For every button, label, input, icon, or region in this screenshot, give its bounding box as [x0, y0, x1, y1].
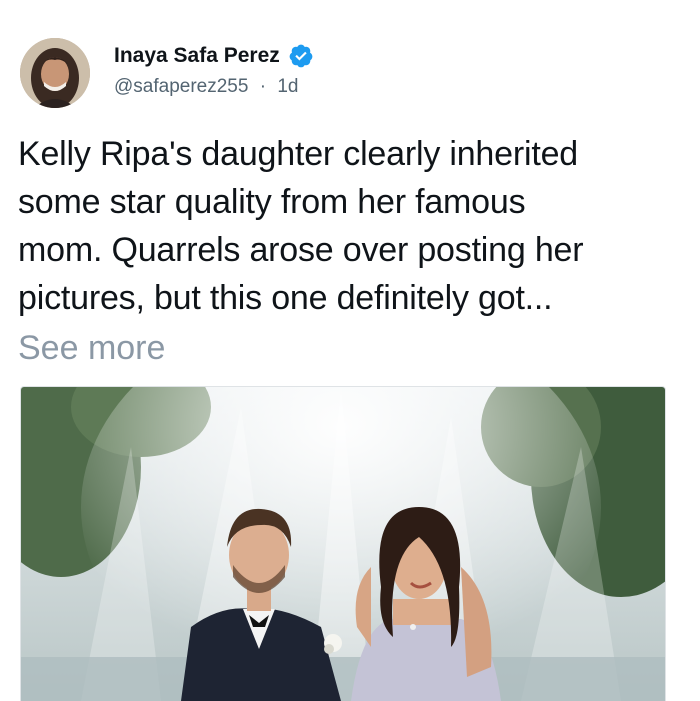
tweet-meta: @safaperez255 · 1d	[114, 76, 298, 98]
tweet-line: some star quality from her famous	[18, 183, 526, 221]
author-name-row: Inaya Safa Perez	[114, 42, 314, 70]
tweet-media-photo[interactable]	[20, 386, 666, 701]
tweet-line: pictures, but this one definitely got...	[18, 279, 553, 317]
tweet-body: Kelly Ripa's daughter clearly inherited …	[18, 130, 682, 322]
tweet-header: Inaya Safa Perez @safaperez255 · 1d	[20, 38, 680, 114]
meta-separator: ·	[259, 76, 267, 97]
author-display-name[interactable]: Inaya Safa Perez	[114, 44, 280, 68]
photo-couple-fountain-icon	[21, 387, 665, 701]
tweet-timestamp[interactable]: 1d	[277, 76, 298, 97]
author-handle[interactable]: @safaperez255	[114, 76, 248, 97]
author-avatar[interactable]	[20, 38, 90, 108]
see-more-link[interactable]: See more	[18, 324, 165, 372]
tweet-line: mom. Quarrels arose over posting her	[18, 231, 584, 269]
avatar-photo-icon	[20, 38, 90, 108]
tweet-line: Kelly Ripa's daughter clearly inherited	[18, 135, 578, 173]
verified-badge-icon	[288, 43, 314, 69]
